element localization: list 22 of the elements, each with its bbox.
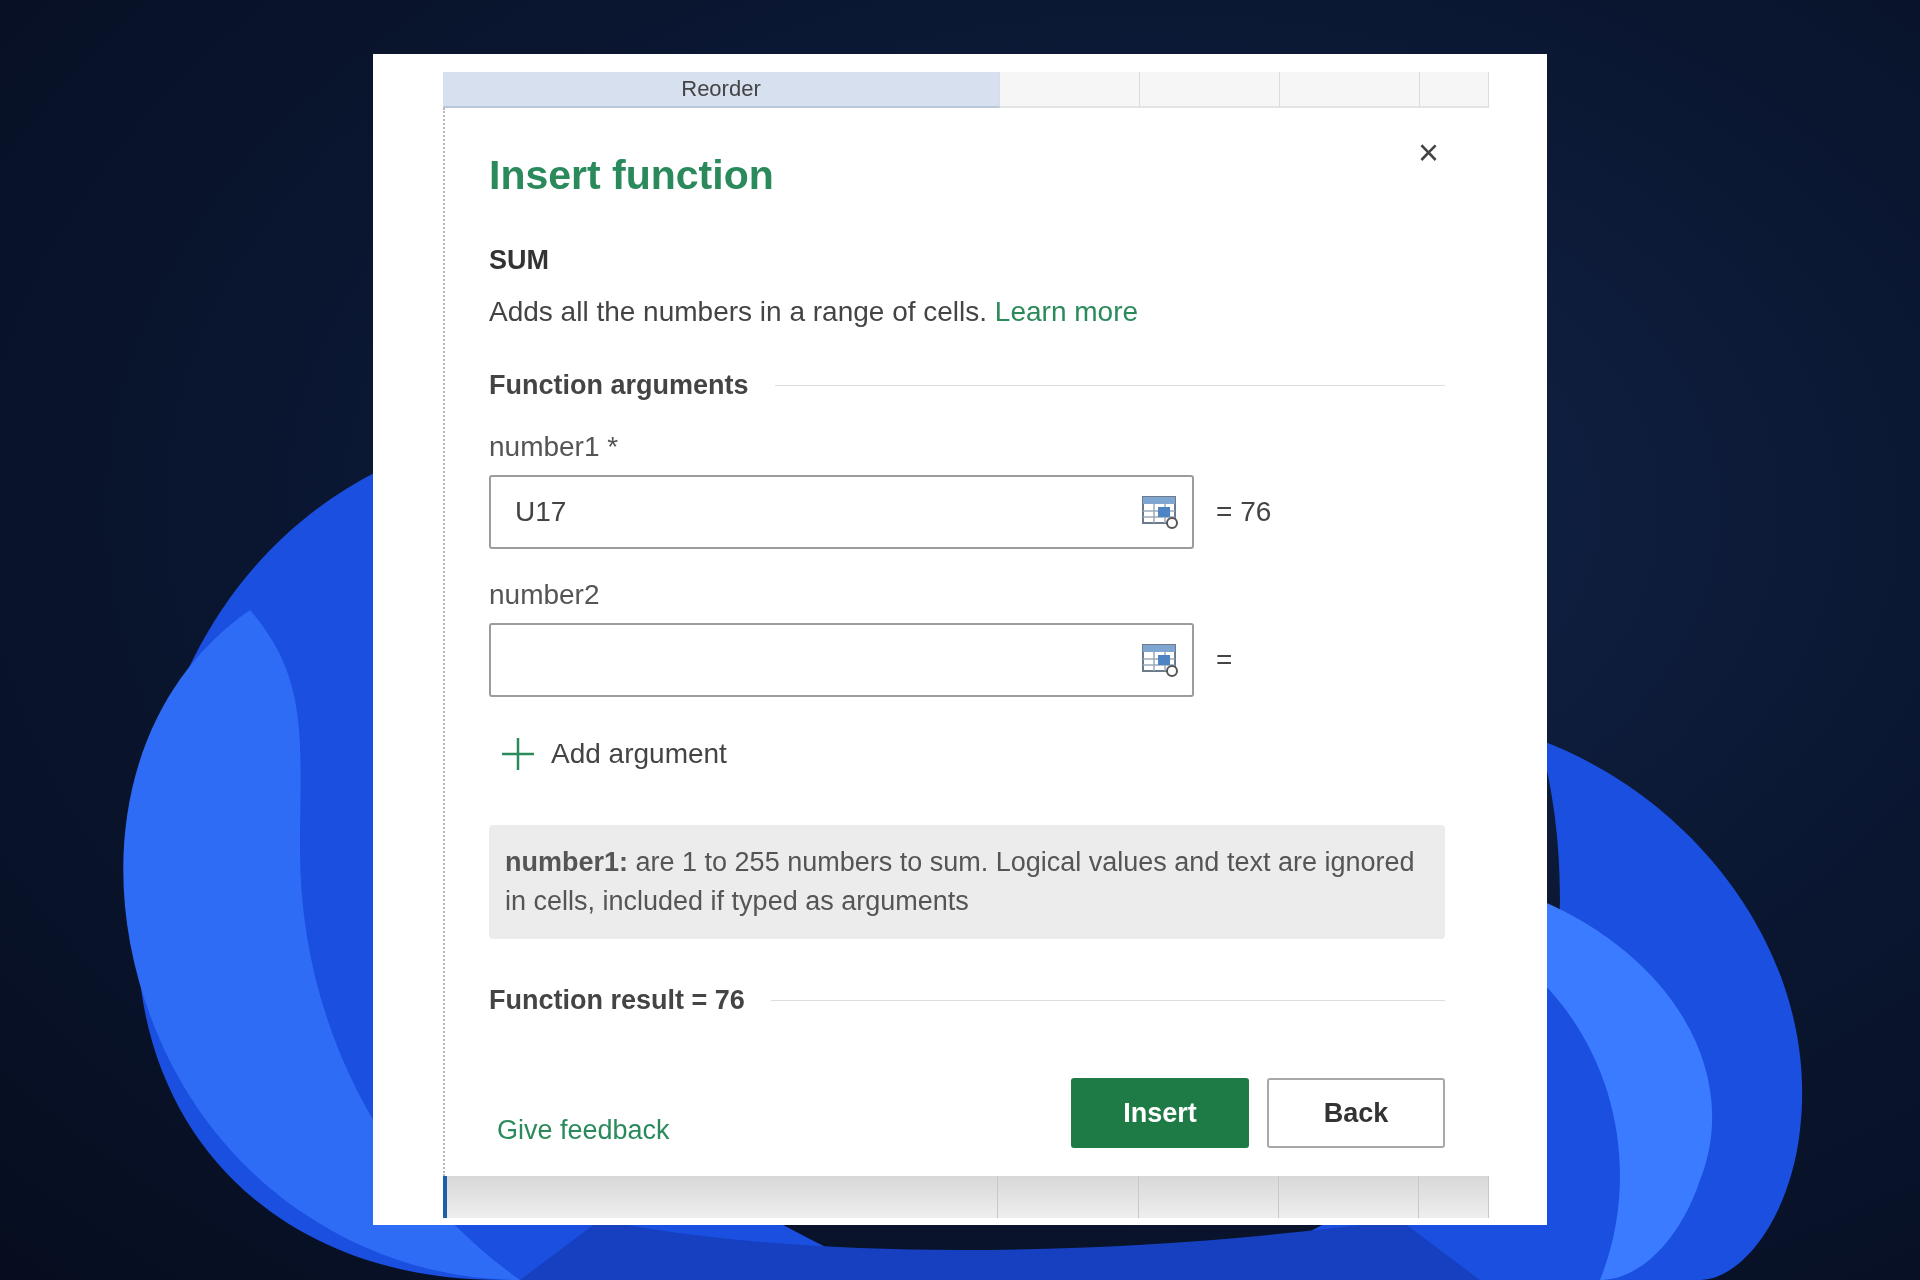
learn-more-link[interactable]: Learn more <box>994 296 1139 327</box>
argument-label: number1 * <box>489 431 620 463</box>
range-select-icon[interactable] <box>1142 495 1180 529</box>
section-heading: Function arguments <box>489 370 749 401</box>
plus-icon <box>501 737 535 771</box>
argument-input[interactable]: U17 <box>489 475 1194 549</box>
argument-help-text: number1: are 1 to 255 numbers to sum. Logical values and text are ignored in cells, included if typed as arguments <box>489 825 1445 940</box>
function-name: SUM <box>489 245 550 276</box>
argument-result: = <box>1216 644 1233 676</box>
range-select-icon[interactable] <box>1142 643 1180 677</box>
close-button[interactable]: × <box>1411 132 1445 174</box>
argument-input[interactable] <box>489 623 1194 697</box>
column-header: Reorder <box>443 72 1000 108</box>
dialog-title: Insert function <box>489 152 774 199</box>
function-result: Function result = 76 <box>489 985 745 1017</box>
insert-button[interactable]: Insert <box>1071 1078 1249 1149</box>
back-button[interactable]: Back <box>1267 1078 1445 1149</box>
argument-label: number2 <box>489 579 601 611</box>
function-description: Adds all the numbers in a range of cells. <box>489 296 988 327</box>
add-argument-button[interactable]: Add argument <box>489 733 739 775</box>
give-feedback-link[interactable]: Give feedback <box>497 1115 670 1147</box>
argument-result: = 76 <box>1216 496 1272 528</box>
